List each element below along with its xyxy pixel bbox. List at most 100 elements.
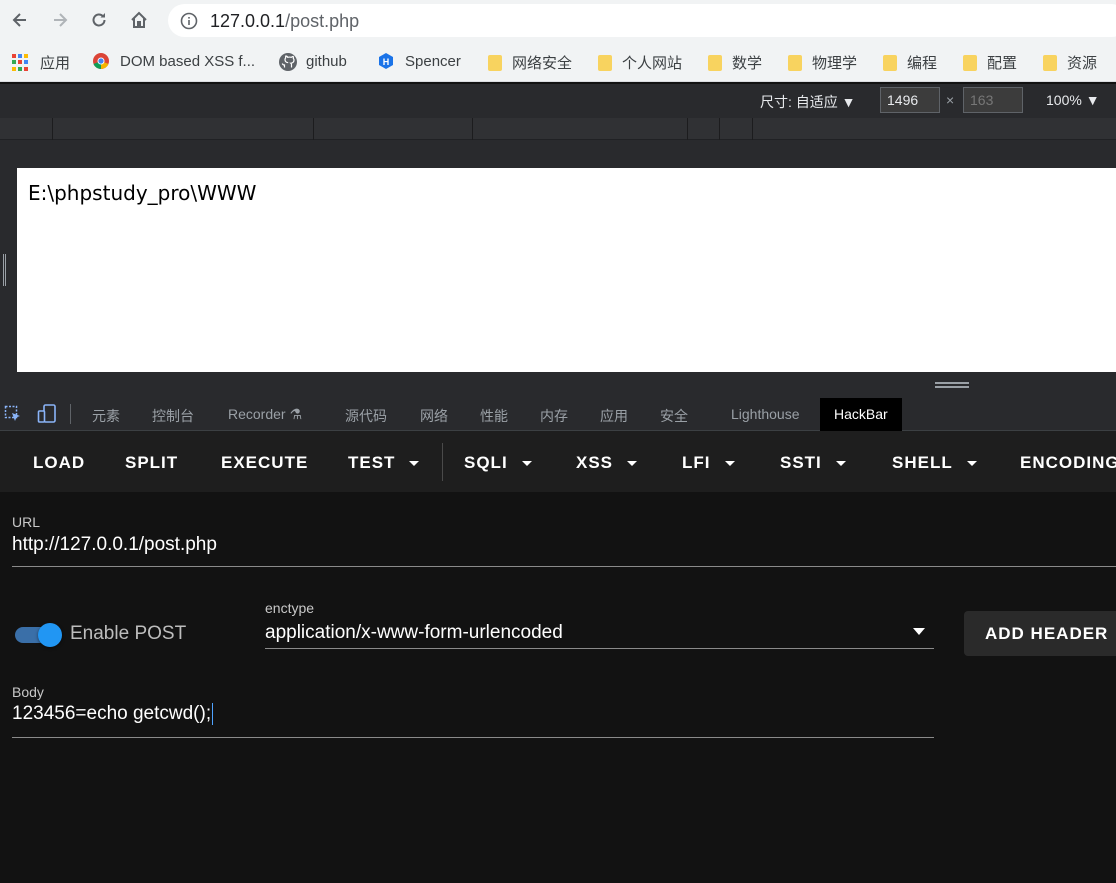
url-host: 127.0.0.1 [210,11,286,31]
bookmark-folder-personal-site[interactable]: 个人网站 [598,52,682,73]
inspect-element-icon[interactable] [4,405,22,428]
tab-security[interactable]: 安全 [660,406,688,426]
bookmark-label: 编程 [907,55,938,72]
caret-down-icon [521,461,532,467]
tab-console[interactable]: 控制台 [152,406,194,426]
bookmark-dom-xss[interactable]: DOM based XSS f... [92,52,255,70]
arrow-left-icon [12,13,26,27]
forward-button[interactable] [48,8,72,32]
viewport-gutter [0,140,1116,168]
tab-elements[interactable]: 元素 [92,406,120,426]
home-button[interactable] [127,8,151,32]
devtools-splitter[interactable] [0,372,1116,398]
enable-post-toggle[interactable] [15,622,63,647]
caret-down-icon [627,461,638,467]
tab-hackbar[interactable]: HackBar [820,398,902,431]
tab-memory[interactable]: 内存 [540,406,568,426]
caret-down-icon [835,461,846,467]
body-input[interactable]: 123456=echo getcwd(); [12,703,214,725]
ssti-menu-button[interactable]: SSTI [780,453,846,473]
tab-network[interactable]: 网络 [420,406,448,426]
bookmark-label: 网络安全 [512,55,573,72]
dropdown-caret-icon[interactable] [913,628,925,635]
toggle-knob [38,623,62,647]
sqli-menu-button[interactable]: SQLI [464,453,532,473]
dimensions-select[interactable]: 尺寸: 自适应 ▼ [760,92,856,112]
caret-down-icon [966,461,977,467]
bookmark-label: github [306,52,347,70]
execute-button[interactable]: EXECUTE [221,453,308,473]
folder-icon [883,54,897,71]
caret-down-icon [409,461,420,467]
split-button[interactable]: SPLIT [125,453,178,473]
encoding-menu-button[interactable]: ENCODING [1020,453,1116,473]
hexagon-icon: H [377,52,395,70]
page-viewport: E:\phpstudy_pro\WWW [17,168,1116,372]
bookmark-folder-math[interactable]: 数学 [708,52,762,73]
info-icon[interactable] [180,12,198,35]
drag-handle-icon [935,382,969,388]
tab-lighthouse[interactable]: Lighthouse [731,406,800,422]
body-underline [12,737,934,738]
enctype-label: enctype [265,600,315,616]
button-label: TEST [348,453,396,472]
bookmark-github[interactable]: github [278,52,347,71]
folder-icon [488,54,502,71]
bookmark-label: 个人网站 [622,55,683,72]
times-symbol: × [946,92,955,108]
reload-button[interactable] [87,8,111,32]
device-toolbar: 尺寸: 自适应 ▼ 1496 × 163 100% ▼ [0,84,1116,118]
url-input[interactable]: http://127.0.0.1/post.php [12,534,217,556]
url-underline [12,566,1116,567]
arrow-right-icon [54,13,68,27]
svg-text:H: H [383,57,390,67]
zoom-select[interactable]: 100% ▼ [1046,92,1100,108]
bookmark-label: 物理学 [812,55,858,72]
test-menu-button[interactable]: TEST [348,453,420,473]
tab-application[interactable]: 应用 [600,406,628,426]
width-input[interactable]: 1496 [880,87,940,113]
add-header-button[interactable]: ADD HEADER [964,611,1116,656]
tab-performance[interactable]: 性能 [480,406,508,426]
bookmark-label: DOM based XSS f... [120,52,256,70]
bookmark-folder-programming[interactable]: 编程 [883,52,937,73]
device-toggle-icon[interactable] [37,403,57,430]
folder-icon [788,54,802,71]
address-bar[interactable]: 127.0.0.1/post.php [168,4,1116,37]
bookmark-folder-resources[interactable]: 资源 [1043,52,1097,73]
tab-sources[interactable]: 源代码 [345,406,387,426]
caret-down-icon [724,461,735,467]
github-icon [278,52,297,71]
media-query-ruler [0,118,1116,140]
folder-icon [963,54,977,71]
button-label: LFI [682,453,711,472]
xss-menu-button[interactable]: XSS [576,453,638,473]
enctype-select[interactable]: application/x-www-form-urlencoded [265,622,563,644]
height-input[interactable]: 163 [963,87,1023,113]
bookmark-folder-physics[interactable]: 物理学 [788,52,857,73]
tab-recorder[interactable]: Recorder ⚗ [228,406,302,423]
bookmark-apps[interactable]: 应用 [12,52,70,73]
tab-separator [70,404,71,424]
grip-icon [3,254,6,286]
text-cursor [212,703,214,725]
shell-menu-button[interactable]: SHELL [892,453,977,473]
viewport-resize-handle[interactable] [0,168,17,372]
bookmark-label: 配置 [987,55,1018,72]
bookmark-folder-security[interactable]: 网络安全 [488,52,572,73]
flask-icon: ⚗ [289,406,303,422]
url-label: URL [12,514,41,530]
enable-post-label: Enable POST [70,623,187,644]
back-button[interactable] [8,8,32,32]
bookmark-folder-config[interactable]: 配置 [963,52,1017,73]
chrome-icon [92,52,110,70]
folder-icon [598,54,612,71]
address-url: 127.0.0.1/post.php [210,11,359,32]
bookmark-label: 资源 [1067,55,1098,72]
button-label: XSS [576,453,614,472]
url-path: /post.php [285,11,360,31]
lfi-menu-button[interactable]: LFI [682,453,735,473]
bookmarks-bar: 应用 DOM based XSS f... github H Spencer 网… [0,42,1116,82]
bookmark-spencer[interactable]: H Spencer [377,52,461,70]
load-button[interactable]: LOAD [33,453,85,473]
